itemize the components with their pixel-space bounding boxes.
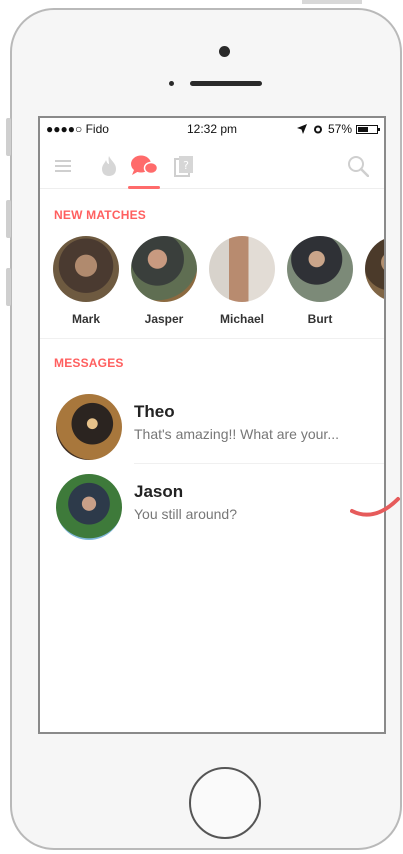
match-partial[interactable]: [364, 236, 384, 312]
match-name: Michael: [219, 312, 264, 326]
location-arrow-icon: [296, 124, 307, 134]
swipe-tab-button[interactable]: [96, 151, 122, 181]
search-button[interactable]: [344, 151, 372, 181]
section-divider: [40, 338, 384, 339]
battery-percent: 57%: [327, 122, 352, 136]
volume-down-button: [6, 268, 11, 306]
active-tab-indicator: [128, 186, 160, 189]
battery-icon: [356, 124, 380, 134]
moments-tab-button[interactable]: ?: [172, 151, 196, 181]
match-name: Burt: [307, 312, 333, 326]
match-name: Jasper: [144, 312, 184, 326]
message-divider: [134, 463, 384, 464]
svg-text:?: ?: [183, 159, 189, 172]
avatar: [287, 236, 353, 302]
avatar: [365, 236, 384, 302]
avatar: [56, 394, 122, 460]
message-sender: Jason: [134, 482, 184, 501]
match-name: Mark: [71, 312, 100, 326]
battery-level: [358, 126, 368, 132]
status-bar: ●●●●○ Fido 12:32 pm 57%: [40, 118, 384, 140]
messages-tab-button[interactable]: [128, 151, 160, 181]
card-icon: ?: [174, 156, 193, 177]
message-preview: That's amazing!! What are your...: [134, 426, 339, 442]
chat-bubbles-icon: [131, 155, 159, 175]
volume-up-button: [6, 200, 11, 238]
earpiece-speaker: [190, 81, 262, 86]
match-burt[interactable]: Burt: [286, 236, 354, 326]
swipe-gesture-mark: [350, 497, 400, 517]
message-row-theo[interactable]: Theo That's amazing!! What are your...: [40, 388, 384, 460]
message-preview: You still around?: [134, 506, 238, 522]
new-matches-title: NEW MATCHES: [54, 208, 146, 222]
proximity-sensor: [169, 81, 174, 86]
message-sender: Theo: [134, 402, 175, 421]
message-row-jason[interactable]: Jason You still around?: [40, 468, 384, 540]
power-button: [302, 0, 362, 4]
messages-title: MESSAGES: [54, 356, 124, 370]
top-nav-bar: ?: [40, 142, 384, 189]
match-mark[interactable]: Mark: [52, 236, 120, 326]
flame-icon: [102, 156, 116, 176]
front-camera: [219, 46, 230, 57]
match-michael[interactable]: Michael: [208, 236, 276, 326]
status-right: 57%: [296, 122, 380, 136]
avatar: [53, 236, 119, 302]
menu-icon: [55, 160, 71, 172]
avatar: [131, 236, 197, 302]
app-screen: ●●●●○ Fido 12:32 pm 57% ? NEW MATCHES Ma…: [38, 116, 386, 734]
mute-switch: [6, 118, 11, 156]
avatar: [209, 236, 275, 302]
avatar: [56, 474, 122, 540]
menu-button[interactable]: [52, 151, 74, 181]
match-jasper[interactable]: Jasper: [130, 236, 198, 326]
search-icon: [348, 156, 369, 177]
home-button[interactable]: [189, 767, 261, 839]
alarm-icon: [313, 125, 322, 134]
